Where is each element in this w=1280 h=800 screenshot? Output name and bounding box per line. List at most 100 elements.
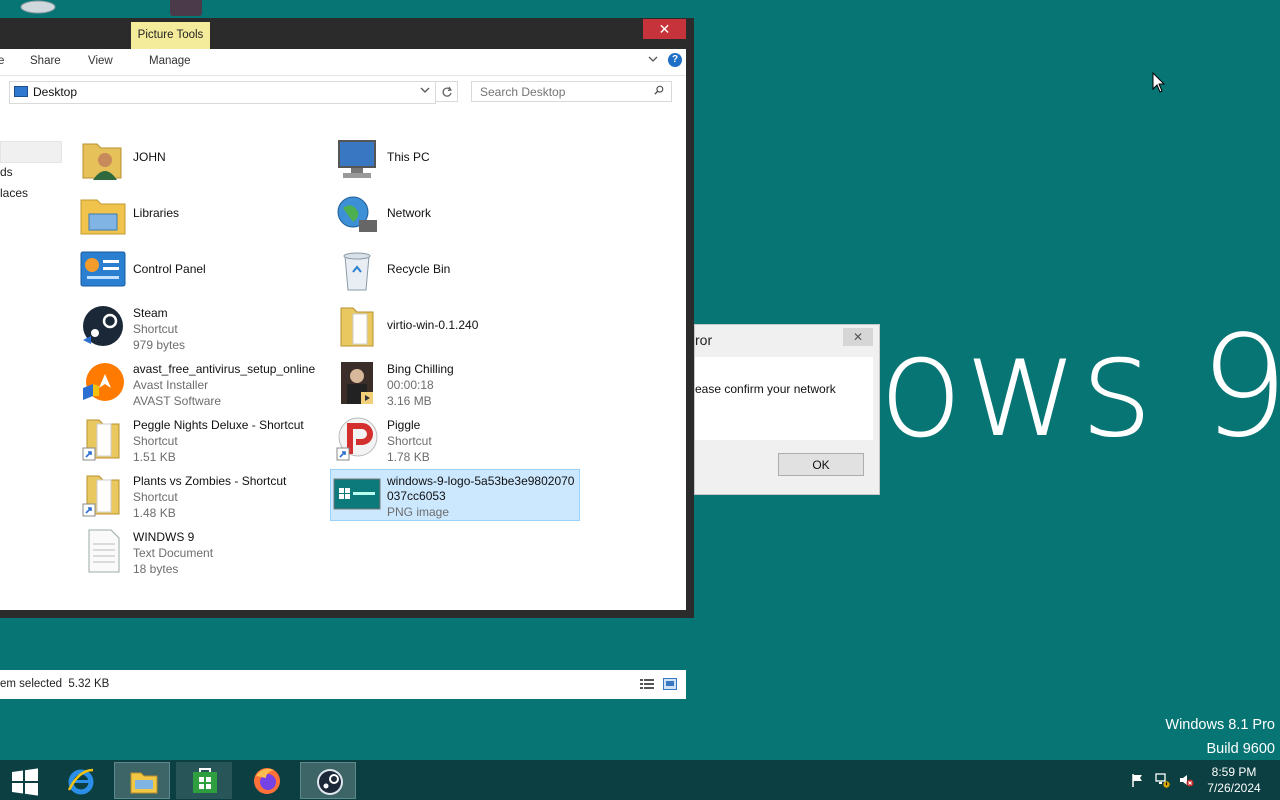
refresh-icon[interactable]	[435, 81, 458, 102]
control-panel-icon	[80, 251, 126, 287]
piggle-icon	[336, 417, 378, 461]
tab-view[interactable]: View	[88, 55, 113, 67]
item-type: Avast Installer	[133, 378, 209, 392]
address-text: Desktop	[33, 85, 78, 99]
nav-selected-item[interactable]	[0, 141, 62, 163]
item-name: Libraries	[133, 206, 180, 220]
item-duration: 00:00:18	[387, 378, 434, 392]
file-item-peggle-nights[interactable]: Peggle Nights Deluxe - Shortcut Shortcut…	[77, 413, 327, 465]
computer-icon	[338, 140, 376, 178]
internet-explorer-icon	[67, 768, 94, 795]
search-box[interactable]	[471, 81, 672, 102]
file-item-piggle[interactable]: Piggle Shortcut 1.78 KB	[331, 413, 581, 465]
error-dialog: ror ✕ ease confirm your network OK	[694, 324, 880, 495]
nav-item-recent-places[interactable]: laces	[0, 186, 28, 200]
clock-time: 8:59 PM	[1211, 765, 1257, 779]
tab-home[interactable]: e	[0, 55, 4, 67]
network-status-icon[interactable]	[1154, 772, 1170, 788]
dialog-title: ror	[695, 332, 713, 348]
file-item-control-panel[interactable]: Control Panel	[77, 245, 327, 297]
address-history-chevron-icon[interactable]	[420, 85, 430, 98]
item-name: windows-9-logo-5a53be3e9802070	[387, 474, 575, 488]
expand-ribbon-icon[interactable]	[647, 54, 659, 67]
item-name-continued: 037cc6053	[387, 489, 446, 503]
item-name: Recycle Bin	[387, 262, 451, 276]
item-name: Bing Chilling	[387, 362, 454, 376]
start-button[interactable]	[0, 762, 50, 799]
nav-item-downloads[interactable]: ds	[0, 165, 13, 179]
dialog-close-button[interactable]: ✕	[843, 328, 873, 346]
picture-tools-contextual-tab[interactable]: Picture Tools	[131, 22, 210, 49]
text-document-icon	[88, 529, 120, 573]
tab-share[interactable]: Share	[30, 55, 61, 67]
address-bar[interactable]: Desktop	[9, 81, 436, 104]
file-explorer-icon	[130, 772, 158, 794]
taskbar-steam[interactable]	[300, 762, 356, 799]
item-name: Steam	[133, 306, 168, 320]
taskbar-store[interactable]	[176, 762, 232, 799]
image-icon	[333, 478, 381, 510]
large-icons-view-icon[interactable]	[663, 678, 677, 690]
item-size: 1.51 KB	[133, 450, 176, 464]
item-name: virtio-win-0.1.240	[387, 318, 479, 332]
action-center-flag-icon[interactable]	[1130, 772, 1146, 788]
folder-icon	[340, 307, 374, 347]
item-name: Plants vs Zombies - Shortcut	[133, 474, 287, 488]
file-item-steam[interactable]: Steam Shortcut 979 bytes	[77, 301, 327, 353]
item-name: Piggle	[387, 418, 421, 432]
details-view-icon[interactable]	[640, 678, 654, 690]
help-icon[interactable]: ?	[668, 53, 682, 67]
file-item-john[interactable]: JOHN	[77, 133, 327, 185]
item-name: JOHN	[133, 150, 166, 164]
file-item-windws-9[interactable]: WINDWS 9 Text Document 18 bytes	[77, 525, 327, 577]
steam-icon	[83, 306, 123, 346]
item-type: Shortcut	[133, 490, 178, 504]
taskbar-file-explorer[interactable]	[114, 762, 170, 799]
file-item-libraries[interactable]: Libraries	[77, 189, 327, 241]
item-type: Text Document	[133, 546, 214, 560]
address-row: Desktop	[0, 75, 686, 108]
status-text: em selected 5.32 KB	[0, 678, 110, 690]
taskbar-firefox[interactable]	[238, 762, 294, 799]
desktop-shortcut-icon[interactable]	[18, 0, 58, 18]
item-name: This PC	[387, 150, 430, 164]
window-close-button[interactable]: ✕	[643, 19, 686, 39]
status-bar: em selected 5.32 KB	[0, 670, 686, 699]
search-icon[interactable]	[654, 85, 664, 95]
search-input[interactable]	[472, 82, 650, 101]
taskbar-internet-explorer[interactable]	[52, 762, 108, 799]
ribbon-tabs: e Share View Manage ?	[0, 49, 686, 75]
desktop-shortcut-icon[interactable]	[166, 0, 206, 18]
item-size: 18 bytes	[133, 562, 179, 576]
file-item-network[interactable]: Network	[331, 189, 581, 241]
windows-logo-icon	[12, 768, 38, 796]
mouse-cursor-icon	[1152, 72, 1166, 93]
recycle-bin-icon	[343, 252, 371, 291]
system-clock[interactable]: 8:59 PM 7/26/2024	[1198, 764, 1270, 796]
content-area: ds laces JOHN This PC Libraries Network …	[0, 107, 686, 699]
tab-manage[interactable]: Manage	[149, 55, 191, 67]
file-item-this-pc[interactable]: This PC	[331, 133, 581, 185]
avast-icon	[83, 363, 124, 401]
item-name: Control Panel	[133, 262, 206, 276]
item-name: Network	[387, 206, 432, 220]
ok-button[interactable]: OK	[778, 453, 864, 476]
file-item-recycle-bin[interactable]: Recycle Bin	[331, 245, 581, 297]
title-bar[interactable]: Picture Tools ✕	[0, 18, 694, 49]
wallpaper-logo-text: ows 9	[878, 306, 1280, 469]
navigation-pane: ds laces	[0, 107, 70, 610]
file-item-windows-9-logo[interactable]: windows-9-logo-5a53be3e9802070 037cc6053…	[330, 469, 580, 521]
file-item-virtio-win[interactable]: virtio-win-0.1.240	[331, 301, 581, 353]
file-item-plants-vs-zombies[interactable]: Plants vs Zombies - Shortcut Shortcut 1.…	[77, 469, 327, 521]
libraries-icon	[80, 199, 126, 235]
item-type: Shortcut	[133, 434, 178, 448]
dialog-content: ease confirm your network	[695, 357, 873, 440]
file-item-bing-chilling[interactable]: Bing Chilling 00:00:18 3.16 MB	[331, 357, 581, 409]
item-name: avast_free_antivirus_setup_online	[133, 362, 316, 376]
file-item-avast-installer[interactable]: avast_free_antivirus_setup_online Avast …	[77, 357, 327, 409]
volume-muted-icon[interactable]	[1178, 772, 1194, 788]
shortcut-folder-icon	[82, 419, 120, 461]
network-icon	[337, 196, 377, 232]
os-edition-watermark: Windows 8.1 Pro	[1165, 717, 1275, 733]
item-type: Shortcut	[133, 322, 178, 336]
